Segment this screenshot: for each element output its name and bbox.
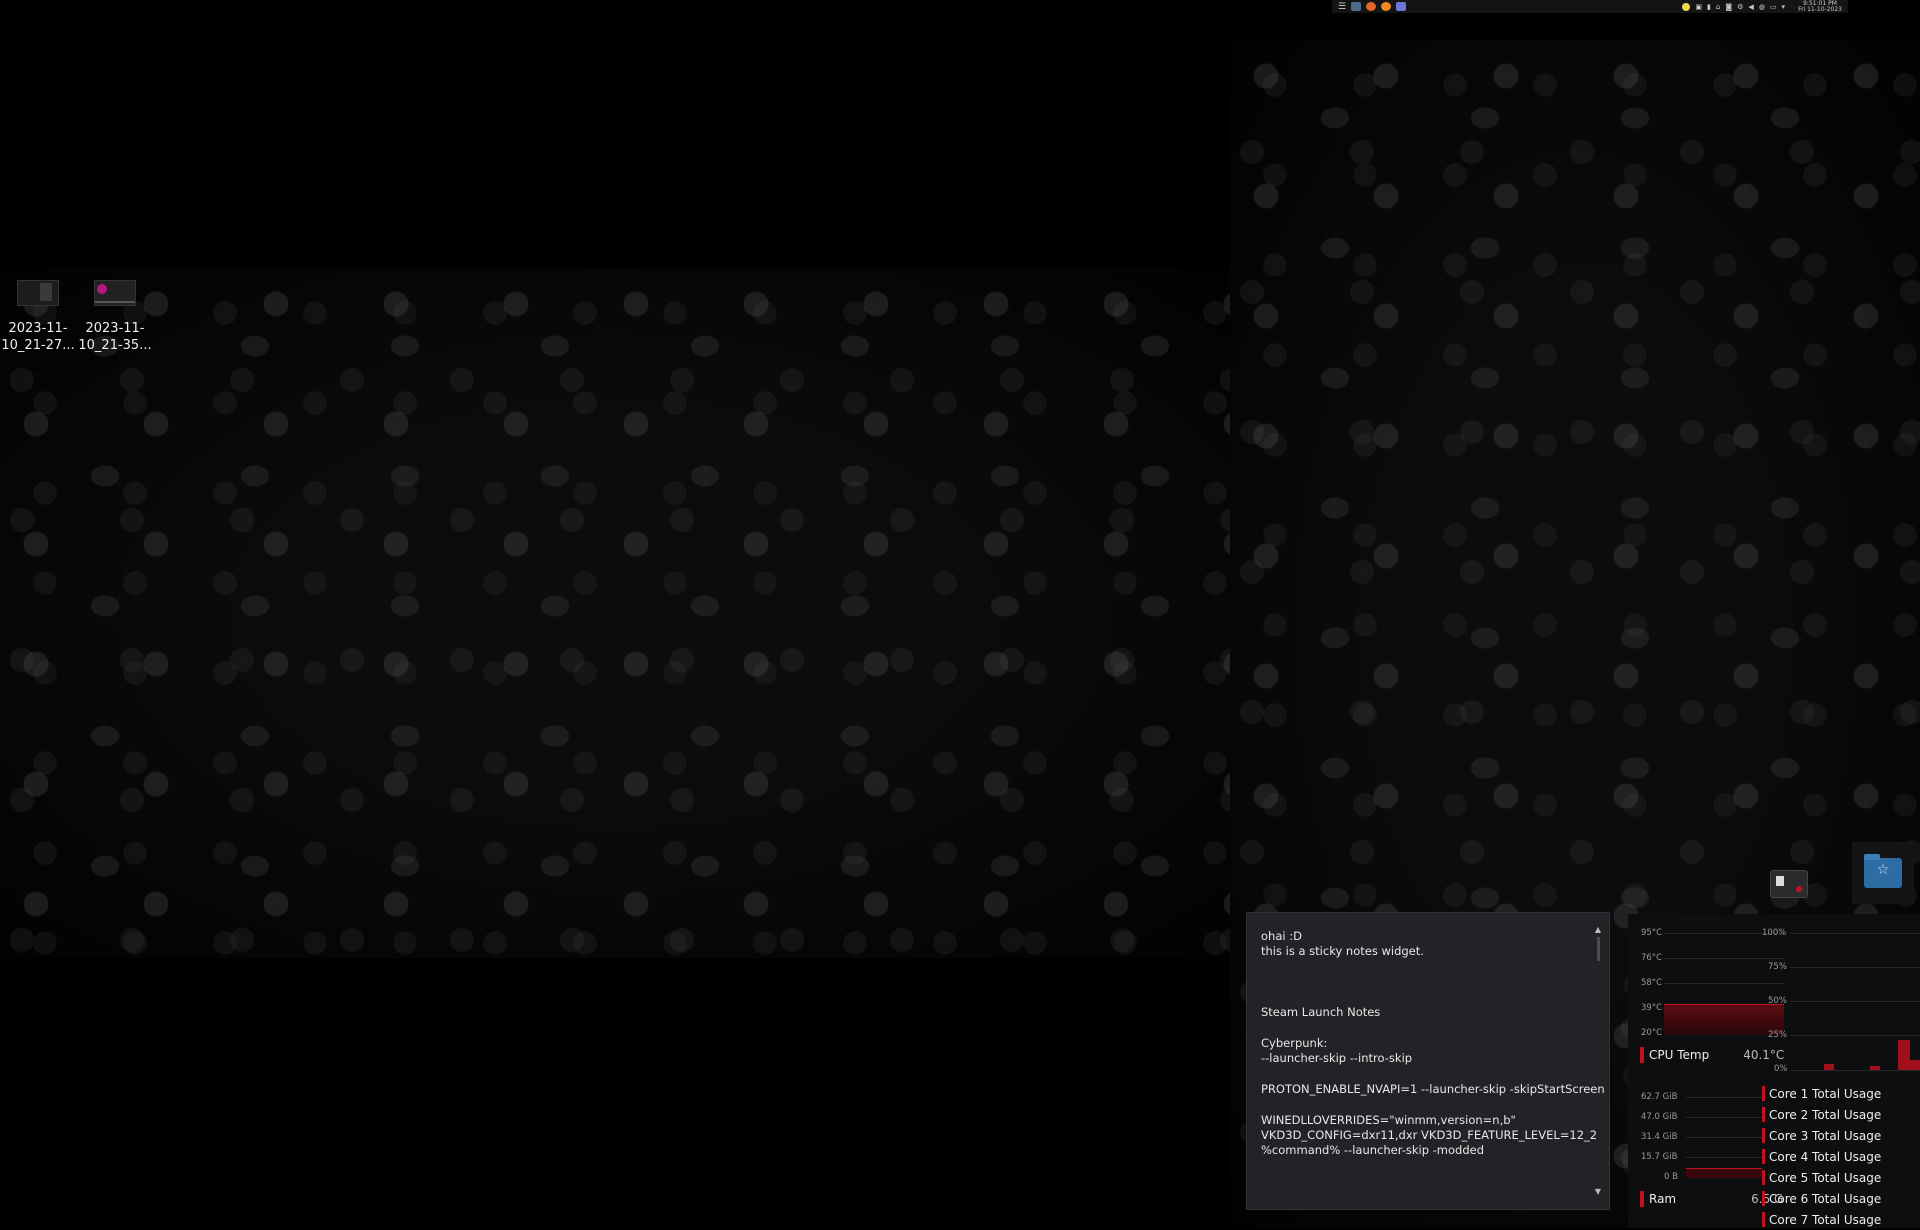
series-color-marker xyxy=(1762,1107,1765,1122)
chat-icon[interactable]: ▣ xyxy=(1695,3,1702,11)
display-icon[interactable]: ◙ xyxy=(1725,3,1732,11)
core-usage-row: Core 7 Total Usage xyxy=(1762,1209,1881,1230)
clock[interactable]: 9:51:01 PM Fri 11-10-2023 xyxy=(1798,0,1842,13)
microphone-icon[interactable]: ◍ xyxy=(1759,3,1765,11)
core-usage-label: Core 2 Total Usage xyxy=(1769,1107,1882,1122)
ram-graph-fill xyxy=(1686,1168,1762,1178)
series-color-marker xyxy=(1762,1170,1765,1185)
core-usage-row: Core 3 Total Usage xyxy=(1762,1125,1881,1146)
scrollbar-thumb[interactable] xyxy=(1596,937,1600,961)
usage-tick: 100% xyxy=(1762,928,1787,938)
ram-tick: 15.7 GiB xyxy=(1641,1152,1678,1162)
cpu-temp-graph-fill xyxy=(1664,1004,1784,1035)
desktop-icon-label: 10_21-35... xyxy=(78,338,152,353)
series-color-marker xyxy=(1762,1086,1765,1101)
core-usage-label: Core 7 Total Usage xyxy=(1769,1212,1882,1227)
series-color-marker xyxy=(1762,1128,1765,1143)
usage-tick: 0% xyxy=(1774,1064,1788,1074)
usage-bar xyxy=(1870,1066,1880,1070)
ram-tick: 31.4 GiB xyxy=(1641,1132,1678,1142)
sticky-scrollbar[interactable]: ▲ ▼ xyxy=(1593,925,1603,1197)
temp-tick: 76°C xyxy=(1641,953,1663,963)
series-color-marker xyxy=(1640,1191,1644,1207)
core-usage-row: Core 6 Total Usage xyxy=(1762,1188,1881,1209)
desktop-icon-label: 2023-11- xyxy=(85,321,145,336)
ram-tick: 0 B xyxy=(1664,1172,1678,1182)
firefox-icon[interactable] xyxy=(1366,2,1377,11)
ram-tick: 47.0 GiB xyxy=(1641,1112,1678,1122)
image-thumbnail-icon xyxy=(17,280,59,306)
core-usage-label: Core 3 Total Usage xyxy=(1769,1128,1882,1143)
usage-bar xyxy=(1910,1060,1920,1070)
volume-icon[interactable]: ◀ xyxy=(1748,3,1753,11)
image-thumbnail-icon xyxy=(94,280,136,306)
desktop-icon-label: 10_21-27... xyxy=(1,338,75,353)
usage-tick: 50% xyxy=(1768,996,1787,1006)
temp-tick: 95°C xyxy=(1641,928,1663,938)
series-color-marker xyxy=(1762,1212,1765,1227)
core-usage-row: Core 5 Total Usage xyxy=(1762,1167,1881,1188)
series-color-marker xyxy=(1762,1149,1765,1164)
wallpaper-left-monitor xyxy=(0,268,1230,958)
battery-icon[interactable]: ▮ xyxy=(1707,3,1711,11)
usage-tick: 75% xyxy=(1768,962,1787,972)
usage-tick: 25% xyxy=(1768,1030,1787,1040)
cpu-temp-value: 40.1°C xyxy=(1743,1048,1785,1062)
monitor-icon[interactable]: ▭ xyxy=(1770,3,1777,11)
settings-icon[interactable]: ⚙ xyxy=(1737,3,1743,11)
core-usage-label: Core 5 Total Usage xyxy=(1769,1170,1882,1185)
core-usage-label: Core 6 Total Usage xyxy=(1769,1191,1882,1206)
usage-bar xyxy=(1898,1040,1910,1070)
sticky-notes-widget[interactable]: ohai :D this is a sticky notes widget. S… xyxy=(1246,912,1610,1210)
clock-date: Fri 11-10-2023 xyxy=(1798,5,1842,13)
ram-tick: 62.7 GiB xyxy=(1641,1092,1678,1102)
desktop-icon-screenshot-1[interactable]: 2023-11- 10_21-27... xyxy=(0,280,78,354)
weather-icon[interactable] xyxy=(1682,2,1691,11)
temp-tick: 20°C xyxy=(1641,1028,1663,1038)
core-usage-row: Core 1 Total Usage xyxy=(1762,1083,1881,1104)
core-usage-row: Core 4 Total Usage xyxy=(1762,1146,1881,1167)
cpu-temp-label: CPU Temp xyxy=(1649,1048,1710,1062)
system-tray: ▣ ▮ ⌂ ◙ ⚙ ◀ ◍ ▭ ▾ 9:51:01 PM Fri 11-10-2… xyxy=(1682,0,1842,13)
core-usage-label: Core 4 Total Usage xyxy=(1769,1149,1882,1164)
series-color-marker xyxy=(1640,1047,1644,1063)
scroll-down-icon[interactable]: ▼ xyxy=(1593,1187,1603,1197)
cpu-temp-row: CPU Temp 40.1°C xyxy=(1640,1047,1784,1063)
temp-tick: 39°C xyxy=(1641,1003,1663,1013)
files-icon[interactable] xyxy=(1351,2,1362,11)
discord-icon[interactable] xyxy=(1396,2,1407,11)
scroll-up-icon[interactable]: ▲ xyxy=(1593,925,1603,935)
sticky-note-text[interactable]: ohai :D this is a sticky notes widget. S… xyxy=(1261,929,1605,1158)
top-panel: ☰ ▣ ▮ ⌂ ◙ ⚙ ◀ ◍ ▭ ▾ 9:51:01 PM Fri 11-10… xyxy=(1332,0,1848,13)
core-usage-label: Core 1 Total Usage xyxy=(1769,1086,1882,1101)
menu-icon[interactable]: ☰ xyxy=(1338,2,1346,12)
desktop-icon-label: 2023-11- xyxy=(8,321,68,336)
network-icon[interactable]: ⌂ xyxy=(1716,3,1720,11)
core-usage-row: Core 2 Total Usage xyxy=(1762,1104,1881,1125)
firefox-icon[interactable] xyxy=(1381,2,1392,11)
dropdown-arrow-icon[interactable]: ▾ xyxy=(1782,3,1786,11)
series-color-marker xyxy=(1762,1191,1765,1206)
temp-tick: 58°C xyxy=(1641,978,1663,988)
folder-icon[interactable] xyxy=(1770,866,1808,898)
star-folder-icon[interactable]: ☆ xyxy=(1852,842,1914,904)
ram-label: Ram xyxy=(1649,1192,1677,1206)
desktop-icon-screenshot-2[interactable]: 2023-11- 10_21-35... xyxy=(75,280,155,354)
usage-bar xyxy=(1824,1064,1834,1070)
